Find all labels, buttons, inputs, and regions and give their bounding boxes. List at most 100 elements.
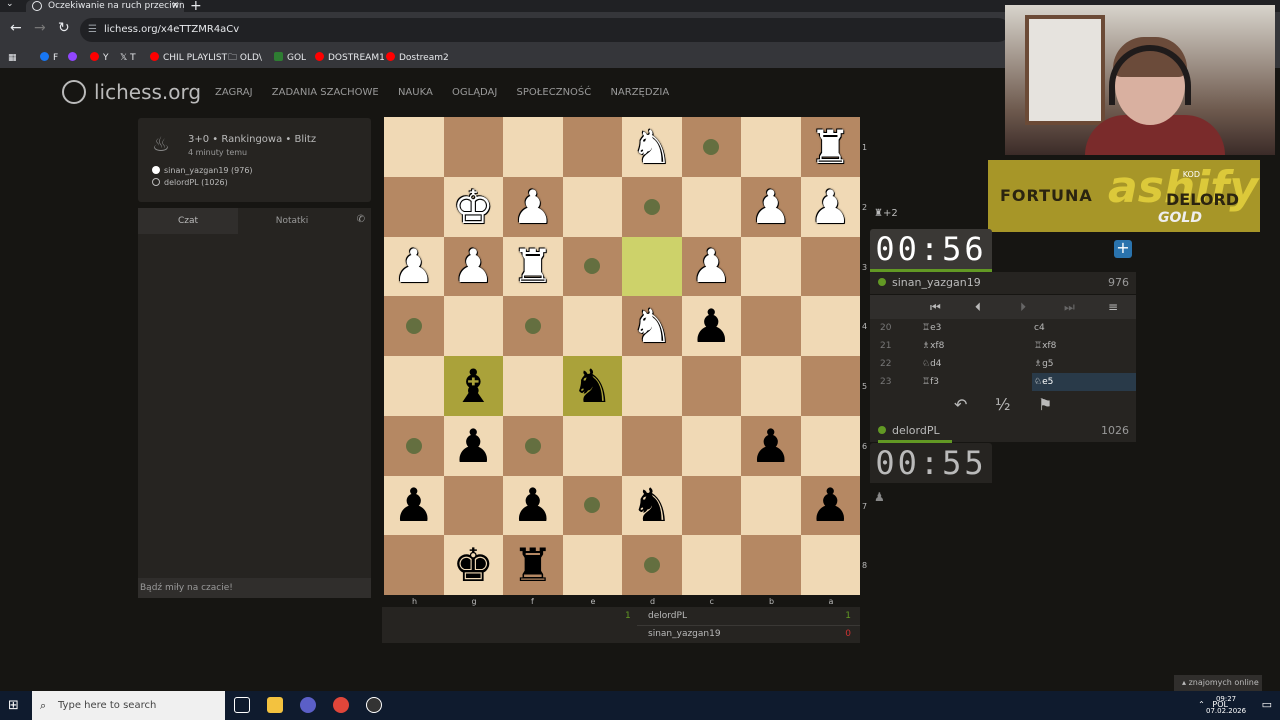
white-move[interactable]: ♖e3 <box>922 319 941 337</box>
friends-online[interactable]: ▴ znajomych online <box>1174 675 1262 691</box>
square-e6[interactable] <box>562 415 622 476</box>
bookmark-f[interactable]: F <box>40 52 58 64</box>
add-time-button[interactable]: + <box>1114 240 1132 258</box>
square-f7[interactable]: ♟ <box>503 475 563 536</box>
nav-zagraj[interactable]: ZAGRAJ <box>215 87 253 98</box>
square-b3[interactable] <box>741 236 801 297</box>
menu-icon[interactable]: ≡ <box>1108 300 1118 314</box>
white-pawn-icon[interactable]: ♟ <box>444 237 504 297</box>
square-h5[interactable] <box>384 356 444 416</box>
square-f8[interactable]: ♜ <box>503 535 563 595</box>
task-view-icon[interactable] <box>234 697 250 713</box>
nav-zadania[interactable]: ZADANIA SZACHOWE <box>272 87 379 98</box>
obs-icon[interactable] <box>366 697 382 713</box>
square-d7[interactable]: ♞ <box>622 475 682 536</box>
square-b5[interactable] <box>741 356 801 416</box>
square-c8[interactable] <box>681 535 741 595</box>
prev-move-icon[interactable]: ⏴ <box>975 300 981 315</box>
square-h3[interactable]: ♟ <box>384 236 444 297</box>
square-a8[interactable] <box>800 535 860 595</box>
black-player-info[interactable]: delordPL (1026) <box>152 178 228 187</box>
tab-chat[interactable]: Czat <box>138 208 238 234</box>
square-e1[interactable] <box>562 117 622 177</box>
square-c5[interactable] <box>681 356 741 416</box>
white-move[interactable]: ♗xf8 <box>922 337 944 355</box>
square-h1[interactable] <box>384 117 444 177</box>
bookmark-dostream2[interactable]: Dostream2 <box>386 52 449 64</box>
square-h8[interactable] <box>384 535 444 595</box>
black-pawn-icon[interactable]: ♟ <box>503 476 563 536</box>
black-pawn-icon[interactable]: ♟ <box>741 416 801 476</box>
player-top[interactable]: sinan_yazgan19 976 <box>870 272 1136 294</box>
chess-board[interactable]: ♞ ♜ ♚ ♟ ♟ ♟ ♟ ♟ ♜ ♟ ♞ ♟ ♝ ♞ ♟ ♟ ♟ ♟ ♞ ♟ ♚ ♜ <box>384 117 860 595</box>
chrome-profile-icon[interactable] <box>300 697 316 713</box>
square-d1[interactable]: ♞ <box>622 117 682 177</box>
move-hint-dot[interactable] <box>405 318 422 335</box>
black-pawn-icon[interactable]: ♟ <box>801 476 861 536</box>
square-a2[interactable]: ♟ <box>800 176 860 237</box>
square-b6[interactable]: ♟ <box>741 415 801 476</box>
square-f6[interactable] <box>503 415 563 476</box>
takeback-icon[interactable]: ↶ <box>954 395 967 414</box>
move-hint-dot[interactable] <box>584 497 601 514</box>
square-e5[interactable]: ♞ <box>562 356 623 416</box>
square-f4[interactable] <box>503 296 563 356</box>
square-d6[interactable] <box>622 415 682 476</box>
square-g6[interactable]: ♟ <box>443 415 503 476</box>
square-e3[interactable] <box>562 236 622 297</box>
square-g4[interactable] <box>443 296 503 356</box>
bookmark-y[interactable]: Y <box>90 52 109 64</box>
square-b7[interactable] <box>741 475 801 536</box>
square-b8[interactable] <box>741 535 801 595</box>
forward-icon[interactable]: → <box>34 20 46 36</box>
bookmark-dostream1[interactable]: DOSTREAM1 <box>315 52 385 64</box>
last-move-icon[interactable]: ⏭ <box>1064 300 1075 315</box>
score-player1[interactable]: delordPL <box>648 611 687 621</box>
bookmark-gol[interactable]: GOL <box>274 52 306 64</box>
black-king-icon[interactable]: ♚ <box>444 535 504 595</box>
square-f2[interactable]: ♟ <box>503 176 563 237</box>
square-h4[interactable] <box>384 296 444 356</box>
black-pawn-icon[interactable]: ♟ <box>682 296 742 356</box>
move-hint-dot[interactable] <box>703 138 720 155</box>
apps-icon[interactable]: ▦ <box>8 52 17 64</box>
tab-search-icon[interactable]: ⌄ <box>6 0 14 9</box>
windows-start-icon[interactable]: ⊞ <box>8 698 19 713</box>
square-c3[interactable]: ♟ <box>681 236 742 297</box>
square-a5[interactable] <box>800 356 860 416</box>
white-player-info[interactable]: sinan_yazgan19 (976) <box>152 166 253 175</box>
square-c1[interactable] <box>681 117 741 177</box>
white-pawn-icon[interactable]: ♟ <box>682 237 742 297</box>
first-move-icon[interactable]: ⏮ <box>930 300 941 315</box>
draw-offer-button[interactable]: ½ <box>995 395 1011 414</box>
square-e4[interactable] <box>562 296 622 356</box>
square-d2[interactable] <box>622 176 682 237</box>
square-e7[interactable] <box>562 475 622 536</box>
white-move[interactable]: ♖f3 <box>922 373 939 391</box>
square-f1[interactable] <box>503 117 563 177</box>
taskbar-search[interactable]: ⌕ Type here to search <box>32 691 225 720</box>
next-move-icon[interactable]: ⏵ <box>1020 300 1026 315</box>
white-pawn-icon[interactable]: ♟ <box>503 177 563 237</box>
square-g5[interactable]: ♝ <box>443 356 503 416</box>
square-g7[interactable] <box>443 475 503 536</box>
square-g3[interactable]: ♟ <box>443 236 504 297</box>
square-c2[interactable] <box>681 176 741 237</box>
square-a3[interactable] <box>800 236 860 297</box>
tray-chevron-icon[interactable]: ⌃ <box>1198 700 1205 709</box>
black-knight-icon[interactable]: ♞ <box>563 356 623 416</box>
black-knight-icon[interactable]: ♞ <box>622 476 682 536</box>
white-pawn-icon[interactable]: ♟ <box>384 237 444 297</box>
move-hint-dot[interactable] <box>524 437 541 454</box>
nav-narzedzia[interactable]: NARZĘDZIA <box>610 87 669 98</box>
square-b4[interactable] <box>741 296 801 356</box>
white-knight-icon[interactable]: ♞ <box>622 296 682 356</box>
player-bottom[interactable]: delordPL 1026 <box>870 420 1136 442</box>
address-bar[interactable]: ☰ lichess.org/x4eTTZMR4aCv <box>80 18 1010 42</box>
white-rook-icon[interactable]: ♜ <box>503 237 563 297</box>
square-c6[interactable] <box>681 415 741 476</box>
square-b1[interactable] <box>741 117 801 177</box>
black-move[interactable]: c4 <box>1032 319 1136 337</box>
nav-nauka[interactable]: NAUKA <box>398 87 433 98</box>
nav-spolecznosc[interactable]: SPOŁECZNOŚĆ <box>517 87 592 98</box>
